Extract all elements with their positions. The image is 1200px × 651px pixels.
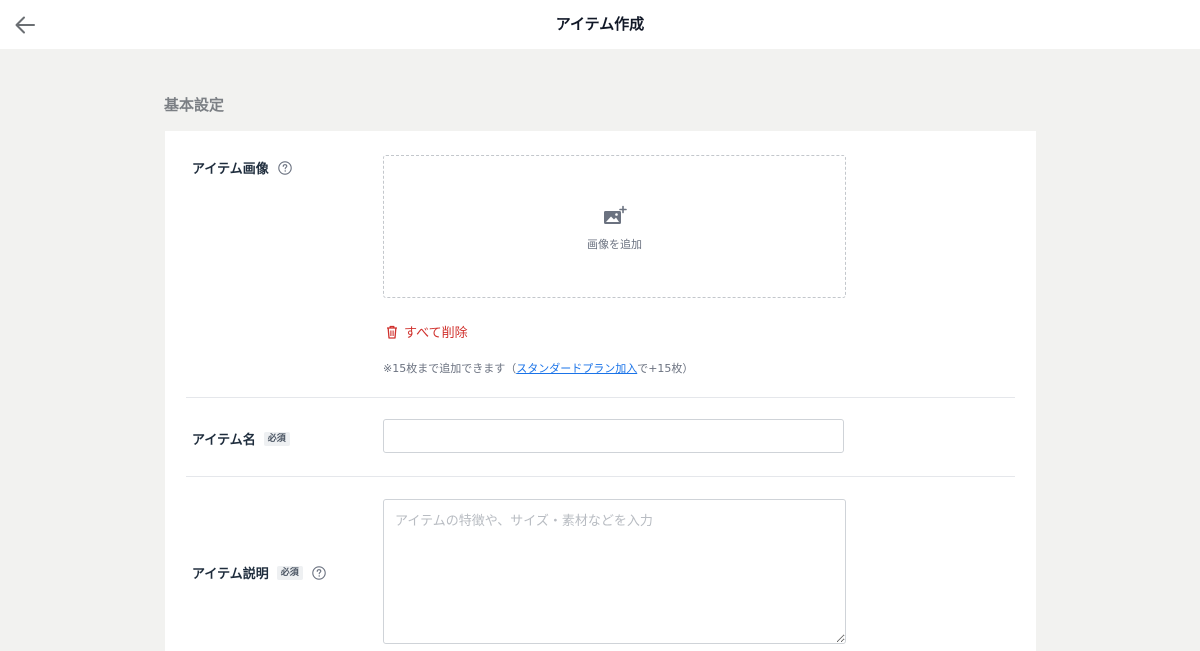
item-description-textarea[interactable] [383, 499, 846, 644]
item-name-input[interactable] [383, 419, 844, 453]
arrow-left-icon [15, 16, 35, 34]
trash-icon [387, 325, 397, 339]
section-title: 基本設定 [164, 96, 225, 114]
item-image-label: アイテム画像 [192, 162, 269, 177]
item-description-label-row: アイテム説明 必須 [192, 563, 326, 582]
required-badge: 必須 [263, 431, 290, 446]
standard-plan-link[interactable]: スタンダードプラン加入 [516, 362, 637, 375]
basic-settings-card: アイテム画像 画像を追加 すべて削除 ※15枚まで追加できます（スタンダードプラ… [165, 131, 1036, 651]
top-bar: アイテム作成 [0, 0, 1200, 49]
page-title: アイテム作成 [555, 15, 645, 33]
add-image-icon [604, 205, 627, 224]
note-suffix: で+15枚） [637, 362, 694, 375]
note-prefix: ※15枚まで追加できます（ [383, 362, 517, 375]
required-badge: 必須 [276, 565, 303, 580]
item-image-label-row: アイテム画像 [192, 158, 292, 177]
dropzone-label: 画像を追加 [587, 238, 642, 251]
item-name-label: アイテム名 [192, 433, 256, 448]
item-description-label: アイテム説明 [192, 567, 269, 582]
item-name-label-row: アイテム名 必須 [192, 429, 290, 448]
image-limit-note: ※15枚まで追加できます（スタンダードプラン加入で+15枚） [383, 360, 693, 376]
help-icon[interactable] [277, 160, 292, 175]
back-button[interactable] [10, 10, 40, 40]
help-icon[interactable] [311, 565, 326, 580]
divider [186, 476, 1015, 477]
divider [186, 397, 1015, 398]
image-dropzone[interactable]: 画像を追加 [383, 155, 846, 298]
delete-all-button[interactable]: すべて削除 [386, 322, 468, 341]
delete-all-label: すべて削除 [404, 326, 468, 341]
